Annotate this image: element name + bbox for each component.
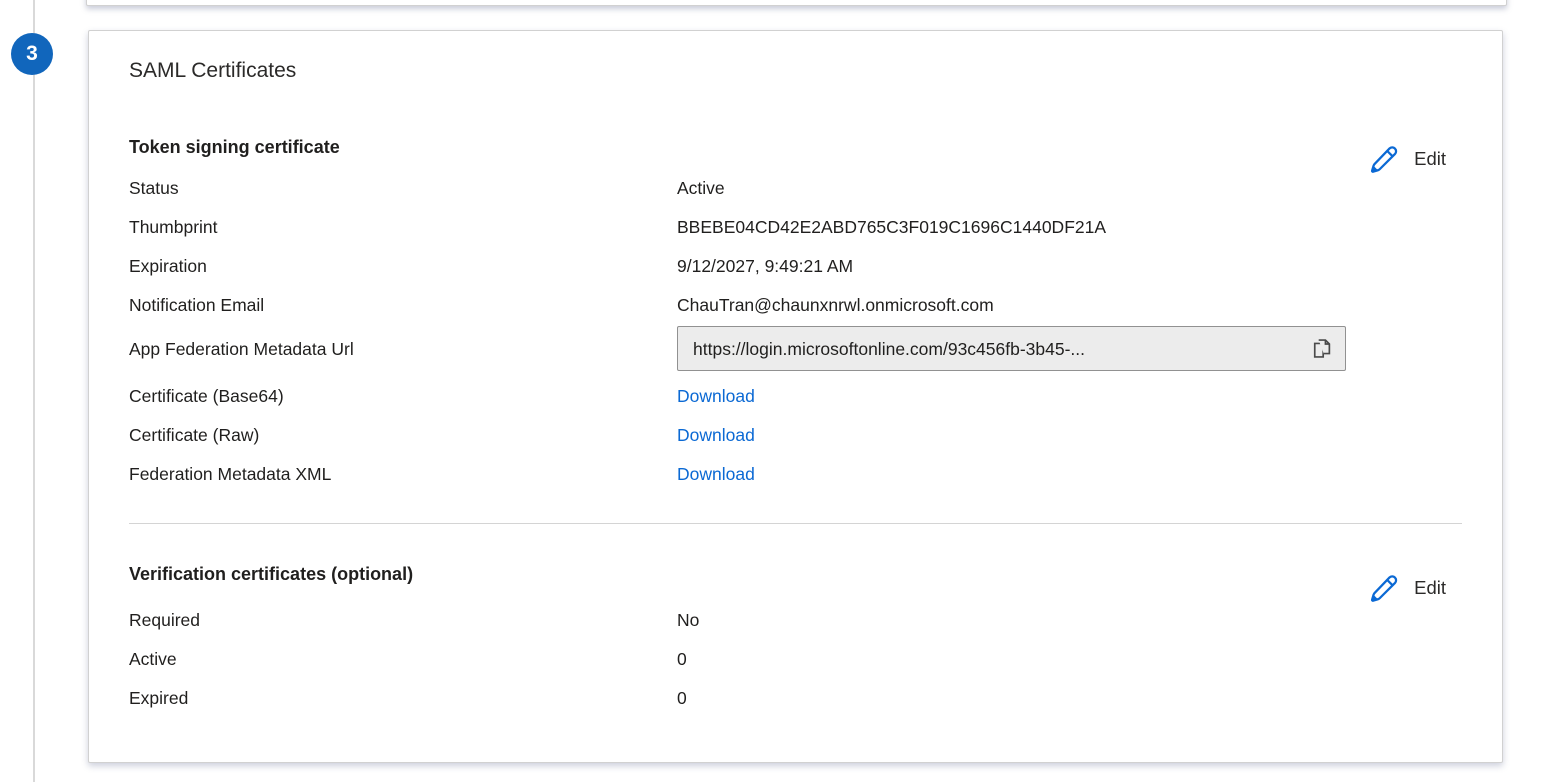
field-row-certificate-raw: Certificate (Raw) Download: [129, 423, 1462, 447]
copy-icon: [1308, 335, 1335, 362]
field-row-status: Status Active: [129, 176, 1462, 200]
download-certificate-raw-link[interactable]: Download: [677, 423, 755, 447]
field-row-app-federation-metadata-url: App Federation Metadata Url https://logi…: [129, 326, 1462, 371]
field-row-active-count: Active 0: [129, 647, 1462, 671]
edit-button-label: Edit: [1414, 577, 1446, 599]
pencil-icon: [1367, 143, 1399, 175]
status-value: Active: [677, 176, 725, 200]
field-label: Thumbprint: [129, 215, 677, 239]
field-row-certificate-base64: Certificate (Base64) Download: [129, 384, 1462, 408]
section-title-verification: Verification certificates (optional): [129, 562, 1462, 586]
thumbprint-value: BBEBE04CD42E2ABD765C3F019C1696C1440DF21A: [677, 215, 1106, 239]
notification-email-value: ChauTran@chaunxnrwl.onmicrosoft.com: [677, 293, 994, 317]
field-row-thumbprint: Thumbprint BBEBE04CD42E2ABD765C3F019C169…: [129, 215, 1462, 239]
edit-verification-certificates-button[interactable]: Edit: [1361, 568, 1452, 608]
field-label: Required: [129, 608, 677, 632]
download-certificate-base64-link[interactable]: Download: [677, 384, 755, 408]
token-signing-section: Token signing certificate Edit Status Ac…: [129, 135, 1462, 486]
expired-count-value: 0: [677, 686, 687, 710]
field-row-notification-email: Notification Email ChauTran@chaunxnrwl.o…: [129, 293, 1462, 317]
app-federation-metadata-url-value: https://login.microsoftonline.com/93c456…: [693, 337, 1298, 361]
app-federation-metadata-url-field[interactable]: https://login.microsoftonline.com/93c456…: [677, 326, 1346, 371]
field-row-expiration: Expiration 9/12/2027, 9:49:21 AM: [129, 254, 1462, 278]
card-title: SAML Certificates: [129, 57, 1462, 85]
copy-button[interactable]: [1306, 335, 1337, 362]
field-label: Certificate (Base64): [129, 384, 677, 408]
active-count-value: 0: [677, 647, 687, 671]
field-label: Expired: [129, 686, 677, 710]
field-label: Expiration: [129, 254, 677, 278]
step-number: 3: [26, 42, 38, 66]
field-label: Federation Metadata XML: [129, 462, 677, 486]
field-row-required: Required No: [129, 608, 1462, 632]
section-divider: [129, 523, 1462, 524]
field-label: Active: [129, 647, 677, 671]
pencil-icon: [1367, 572, 1399, 604]
field-label: Status: [129, 176, 677, 200]
download-federation-metadata-xml-link[interactable]: Download: [677, 462, 755, 486]
previous-card-bottom-edge: [86, 0, 1507, 6]
required-value: No: [677, 608, 699, 632]
field-label: Notification Email: [129, 293, 677, 317]
section-title-token-signing: Token signing certificate: [129, 135, 1462, 159]
field-row-federation-metadata-xml: Federation Metadata XML Download: [129, 462, 1462, 486]
saml-certificates-card: SAML Certificates Token signing certific…: [88, 30, 1503, 763]
expiration-value: 9/12/2027, 9:49:21 AM: [677, 254, 853, 278]
field-row-expired-count: Expired 0: [129, 686, 1462, 710]
edit-token-signing-button[interactable]: Edit: [1361, 139, 1452, 179]
field-label: App Federation Metadata Url: [129, 337, 677, 361]
edit-button-label: Edit: [1414, 148, 1446, 170]
field-label: Certificate (Raw): [129, 423, 677, 447]
page: 3 SAML Certificates Token signing certif…: [0, 0, 1544, 782]
step-number-badge: 3: [11, 33, 53, 75]
step-connector-line: [33, 0, 35, 782]
verification-certificates-section: Verification certificates (optional) Edi…: [129, 562, 1462, 710]
